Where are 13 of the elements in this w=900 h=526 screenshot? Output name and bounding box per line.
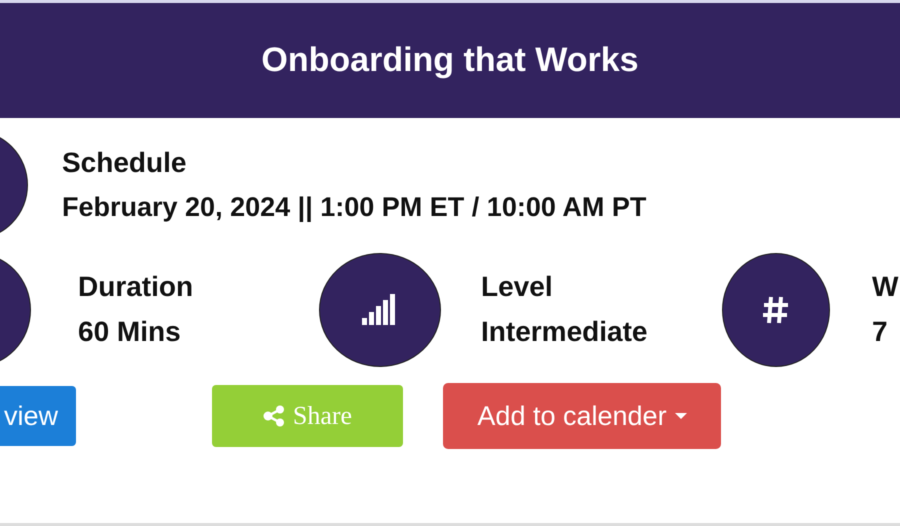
schedule-value: February 20, 2024 || 1:00 PM ET / 10:00 AM PT [62, 190, 646, 224]
detail-label: W [872, 270, 898, 304]
detail-label: Level [481, 270, 554, 304]
preview-button[interactable]: view [0, 386, 76, 446]
header-title: Onboarding that Works [261, 41, 639, 80]
schedule-label: Schedule [62, 146, 188, 180]
detail-value: 60 Mins [78, 315, 182, 349]
add-to-calendar-button[interactable]: Add to calender [443, 383, 721, 449]
detail-value: 7 [872, 315, 889, 349]
share-icon [262, 405, 285, 427]
detail-label: Duration [78, 270, 194, 304]
detail-value: Intermediate [481, 315, 648, 349]
caret-icon [674, 413, 687, 419]
